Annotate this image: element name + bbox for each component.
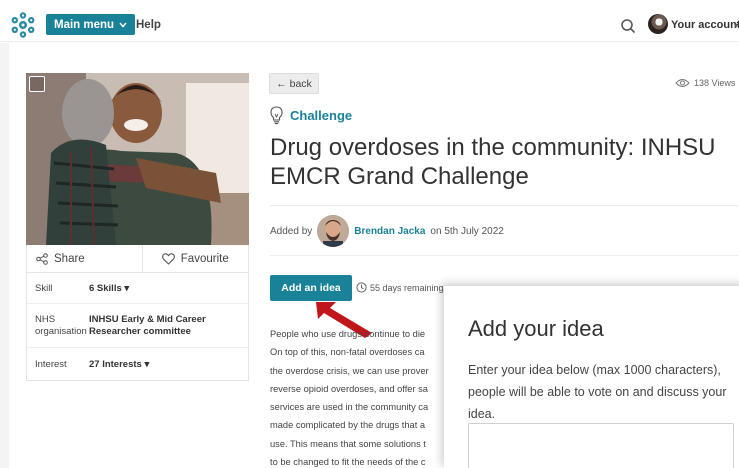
time-remaining: 55 days remaining xyxy=(356,282,444,293)
card-actions: Share Favourite xyxy=(27,245,248,273)
main-menu-label: Main menu xyxy=(54,18,115,31)
content-type-label: Challenge xyxy=(290,108,353,123)
main-content: Share Favourite Skill 6 Skills ▾ NHS org… xyxy=(9,43,739,468)
description-line: services are used in the community ca xyxy=(270,402,429,413)
share-icon xyxy=(36,252,48,265)
page-title: Drug overdoses in the community: INHSU E… xyxy=(270,134,716,190)
favourite-label: Favourite xyxy=(180,252,229,265)
back-button[interactable]: ← back xyxy=(269,73,319,94)
time-remaining-label: 55 days remaining xyxy=(370,282,444,293)
detail-row-nhs-organisation: NHS organisation INHSU Early & Mid Caree… xyxy=(27,304,248,348)
eye-icon xyxy=(675,79,690,87)
main-menu-button[interactable]: Main menu xyxy=(46,14,136,35)
views-counter: 138 Views xyxy=(675,78,735,88)
add-an-idea-button[interactable]: Add an idea xyxy=(270,275,352,301)
content-type: Challenge xyxy=(270,106,352,125)
idea-textarea[interactable] xyxy=(468,423,734,468)
logo-icon[interactable] xyxy=(9,11,37,39)
description-line: reverse opioid overdoses, and offer sa xyxy=(270,383,428,394)
chevron-down-icon: ▾ xyxy=(124,282,130,294)
description-line: to be changed to fit the needs of the c xyxy=(270,457,426,468)
detail-row-interest: Interest 27 Interests ▾ xyxy=(27,348,248,380)
zoom-icon[interactable] xyxy=(29,76,45,92)
added-date: on 5th July 2022 xyxy=(430,225,504,237)
description-line: the overdose crisis, we can use prover xyxy=(270,365,429,376)
top-navigation-bar: Main menu Help Your account ▾ xyxy=(0,8,739,42)
page-background: Share Favourite Skill 6 Skills ▾ NHS org… xyxy=(0,43,739,468)
account-avatar[interactable] xyxy=(648,14,668,34)
description-line: made complicated by the drugs that a xyxy=(270,420,426,431)
panel-title: Add your idea xyxy=(468,316,604,341)
skills-dropdown[interactable]: 6 Skills ▾ xyxy=(89,283,248,294)
app: Main menu Help Your account ▾ Share Favo… xyxy=(0,0,739,468)
detail-key: Interest xyxy=(35,358,67,370)
lightbulb-icon xyxy=(270,106,283,125)
search-icon[interactable] xyxy=(620,18,636,34)
hug-photo-illustration xyxy=(26,73,249,245)
panel-description: Enter your idea below (max 1000 characte… xyxy=(468,363,727,421)
share-label: Share xyxy=(54,252,85,265)
divider xyxy=(270,205,738,206)
chevron-down-icon xyxy=(119,22,127,28)
your-account-menu[interactable]: Your account xyxy=(671,19,739,31)
interests-dropdown[interactable]: 27 Interests ▾ xyxy=(89,359,248,370)
author-link[interactable]: Brendan Jacka xyxy=(354,226,425,237)
detail-value: 6 Skills xyxy=(89,282,122,294)
account-chevron-icon[interactable]: ▾ xyxy=(734,21,738,30)
share-button[interactable]: Share xyxy=(27,245,143,272)
detail-value[interactable]: INHSU Early & Mid Career Researcher comm… xyxy=(89,314,248,338)
added-by-prefix: Added by xyxy=(270,225,313,237)
description-line: People who use drugs continue to die xyxy=(270,329,426,339)
author-avatar[interactable] xyxy=(317,215,350,247)
detail-row-skill: Skill 6 Skills ▾ xyxy=(27,273,248,304)
clock-icon xyxy=(356,282,367,293)
detail-key: Skill xyxy=(35,282,53,294)
divider xyxy=(270,255,738,256)
detail-key: NHS organisation xyxy=(35,313,87,337)
heart-icon xyxy=(161,252,175,265)
detail-value: 27 Interests xyxy=(89,358,142,370)
add-idea-panel: Add your idea Enter your idea below (max… xyxy=(444,285,739,468)
favourite-button[interactable]: Favourite xyxy=(143,245,249,272)
details-card: Share Favourite Skill 6 Skills ▾ NHS org… xyxy=(26,245,249,381)
challenge-description: People who use drugs continue to die On … xyxy=(270,325,450,468)
description-line: On top of this, non-fatal overdoses ca xyxy=(270,347,425,358)
added-by: Added by Brendan Jacka on 5th July 2022 xyxy=(270,215,504,247)
help-link[interactable]: Help xyxy=(136,19,161,31)
chevron-down-icon: ▾ xyxy=(144,358,150,370)
views-count: 138 Views xyxy=(694,78,736,88)
challenge-image xyxy=(26,73,249,245)
description-line: use. This means that some solutions t xyxy=(270,438,426,449)
